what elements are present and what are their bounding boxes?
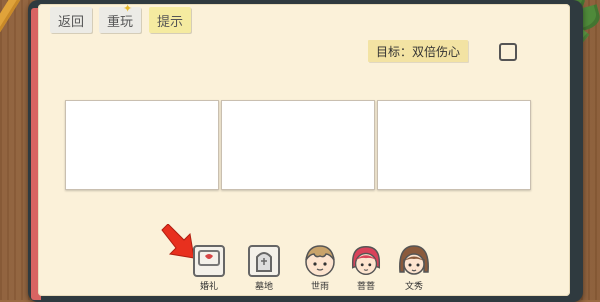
hint-button[interactable]: 提示	[149, 7, 192, 33]
red-hair-girl-icon	[347, 242, 385, 280]
brown-hair-girl-icon	[395, 242, 433, 280]
item-label: 婚礼	[196, 279, 222, 292]
comic-panel-1[interactable]	[65, 100, 219, 190]
wedding-card-icon	[190, 242, 228, 280]
goal-checkbox	[499, 43, 517, 61]
item-label: 世雨	[307, 279, 333, 292]
comic-panel-3[interactable]	[377, 100, 531, 190]
item-label: 墓地	[251, 279, 277, 292]
goal-text: 目标：双倍伤心	[376, 44, 461, 59]
tombstone-icon	[245, 242, 283, 280]
replay-button[interactable]: ✦ 重玩	[99, 2, 142, 33]
boy-character-icon	[301, 242, 339, 280]
item-label: 文秀	[401, 279, 427, 292]
back-button[interactable]: 返回	[50, 7, 93, 33]
comic-panel-2[interactable]	[221, 100, 375, 190]
item-label: 菩菩	[353, 279, 379, 292]
item-boy[interactable]: 世雨	[299, 242, 341, 292]
item-woman[interactable]: 文秀	[393, 242, 435, 292]
item-tomb[interactable]: 墓地	[243, 242, 285, 292]
back-label: 返回	[58, 14, 85, 30]
item-wedding[interactable]: 婚礼	[188, 242, 230, 292]
hint-label: 提示	[157, 14, 184, 30]
goal-label: 目标：双倍伤心	[368, 40, 469, 62]
item-girl[interactable]: 菩菩	[345, 242, 387, 292]
sparkle-icon: ✦	[123, 2, 133, 15]
